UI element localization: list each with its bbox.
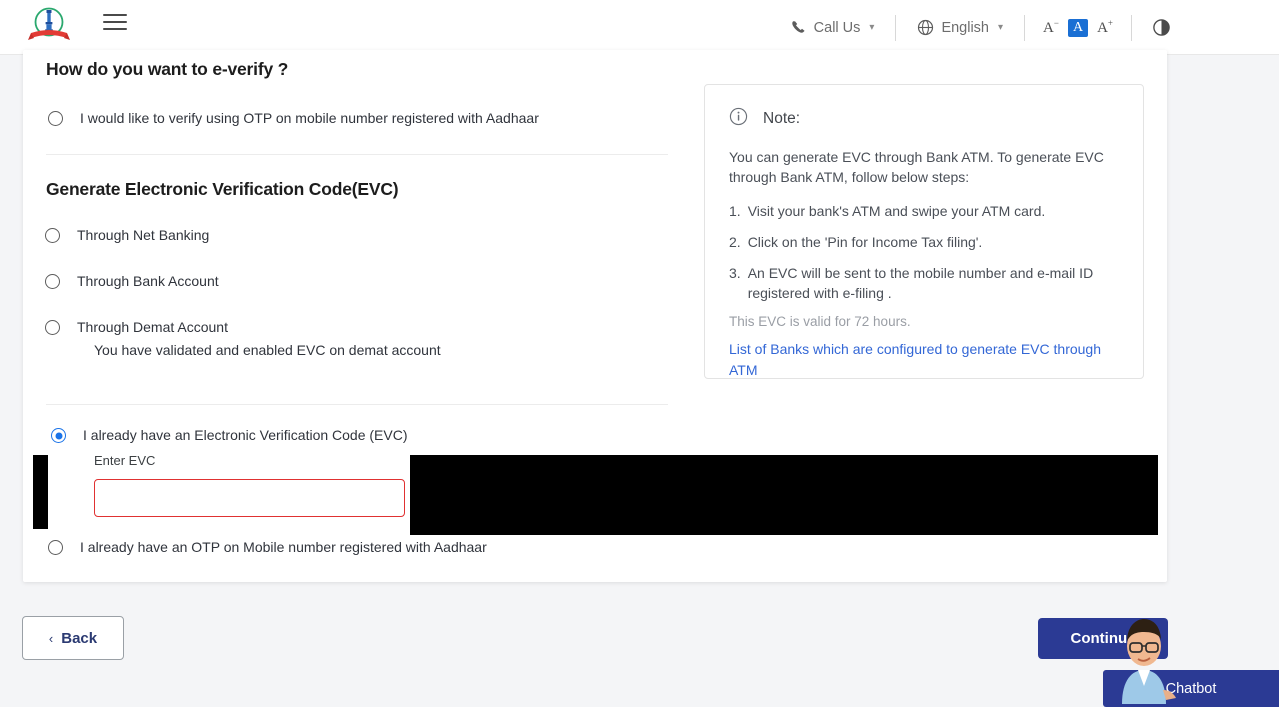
evc-input[interactable] — [94, 479, 405, 517]
page-title-generate-evc: Generate Electronic Verification Code(EV… — [46, 179, 398, 200]
app-header: Call Us ▾ English ▾ A− A A+ — [0, 0, 1279, 55]
radio-label: Through Bank Account — [77, 273, 219, 289]
radio-label: I would like to verify using OTP on mobi… — [80, 110, 539, 126]
note-step: 3. An EVC will be sent to the mobile num… — [729, 263, 1119, 303]
everify-card: How do you want to e-verify ? I would li… — [23, 50, 1167, 582]
header-controls: Call Us ▾ English ▾ A− A A+ — [777, 0, 1183, 55]
step-number: 3. — [729, 263, 741, 303]
call-us-menu[interactable]: Call Us ▾ — [777, 19, 888, 36]
phone-icon — [790, 19, 807, 36]
radio-circle[interactable] — [48, 540, 63, 555]
note-validity-text: This EVC is valid for 72 hours. — [729, 314, 1119, 329]
hamburger-menu-icon[interactable] — [103, 12, 127, 32]
radio-option-aadhaar-otp[interactable]: I would like to verify using OTP on mobi… — [48, 110, 539, 126]
radio-circle[interactable] — [45, 320, 60, 335]
section-divider — [46, 404, 668, 405]
chevron-down-icon: ▾ — [998, 22, 1003, 33]
chevron-down-icon: ▾ — [869, 22, 874, 33]
back-button[interactable]: ‹ Back — [22, 616, 124, 660]
evc-field-group: Enter EVC — [94, 453, 406, 517]
page-root: Call Us ▾ English ▾ A− A A+ — [0, 0, 1279, 707]
header-divider — [895, 15, 896, 41]
radio-option-demat-account[interactable]: Through Demat Account — [45, 319, 228, 335]
chevron-left-icon: ‹ — [49, 631, 53, 646]
font-decrease-button[interactable]: A− — [1043, 19, 1059, 36]
header-divider — [1024, 15, 1025, 41]
demat-helper-text: You have validated and enabled EVC on de… — [94, 342, 441, 358]
continue-button[interactable]: Continue — [1038, 618, 1168, 659]
note-body: You can generate EVC through Bank ATM. T… — [729, 147, 1119, 187]
radio-circle[interactable] — [51, 428, 66, 443]
radio-label: Through Net Banking — [77, 227, 209, 243]
note-step: 2. Click on the 'Pin for Income Tax fili… — [729, 232, 1119, 252]
radio-label: Through Demat Account — [77, 319, 228, 335]
note-step: 1. Visit your bank's ATM and swipe your … — [729, 201, 1119, 221]
continue-button-label: Continue — [1071, 630, 1136, 647]
evc-input-label: Enter EVC — [94, 453, 406, 468]
font-increase-button[interactable]: A+ — [1097, 19, 1113, 36]
radio-circle[interactable] — [48, 111, 63, 126]
radio-option-have-evc[interactable]: I already have an Electronic Verificatio… — [51, 427, 408, 443]
note-steps-list: 1. Visit your bank's ATM and swipe your … — [729, 201, 1119, 303]
bank-list-link[interactable]: List of Banks which are configured to ge… — [729, 339, 1119, 381]
info-icon — [729, 107, 748, 131]
redaction-bar-right — [410, 455, 1158, 535]
hamburger-line — [103, 28, 127, 30]
redaction-bar-left — [33, 455, 48, 529]
font-normal-button[interactable]: A — [1068, 19, 1088, 37]
language-menu[interactable]: English ▾ — [904, 19, 1016, 36]
radio-label: I already have an Electronic Verificatio… — [83, 427, 408, 443]
radio-label: I already have an OTP on Mobile number r… — [80, 539, 487, 555]
step-number: 1. — [729, 201, 741, 221]
radio-option-bank-account[interactable]: Through Bank Account — [45, 273, 219, 289]
radio-option-have-otp[interactable]: I already have an OTP on Mobile number r… — [48, 539, 487, 555]
step-text: Visit your bank's ATM and swipe your ATM… — [748, 201, 1046, 221]
note-panel: Note: You can generate EVC through Bank … — [704, 84, 1144, 379]
language-label: English — [941, 20, 989, 36]
back-button-label: Back — [61, 630, 97, 647]
section-divider — [46, 154, 668, 155]
step-text: An EVC will be sent to the mobile number… — [748, 263, 1119, 303]
chatbot-button[interactable]: Chatbot — [1103, 670, 1279, 707]
globe-icon — [917, 19, 934, 36]
hamburger-line — [103, 21, 127, 23]
chatbot-label: Chatbot — [1166, 681, 1217, 697]
contrast-toggle-icon[interactable] — [1140, 18, 1183, 37]
hamburger-line — [103, 14, 127, 16]
radio-circle[interactable] — [45, 228, 60, 243]
call-us-label: Call Us — [814, 20, 861, 36]
radio-circle[interactable] — [45, 274, 60, 289]
font-size-controls: A− A A+ — [1033, 19, 1123, 37]
radio-option-net-banking[interactable]: Through Net Banking — [45, 227, 209, 243]
page-title-everify: How do you want to e-verify ? — [46, 59, 288, 80]
income-tax-emblem-icon[interactable] — [27, 3, 71, 47]
step-number: 2. — [729, 232, 741, 252]
header-divider — [1131, 15, 1132, 41]
note-header: Note: — [729, 107, 1119, 131]
note-title: Note: — [763, 110, 800, 128]
step-text: Click on the 'Pin for Income Tax filing'… — [748, 232, 983, 252]
